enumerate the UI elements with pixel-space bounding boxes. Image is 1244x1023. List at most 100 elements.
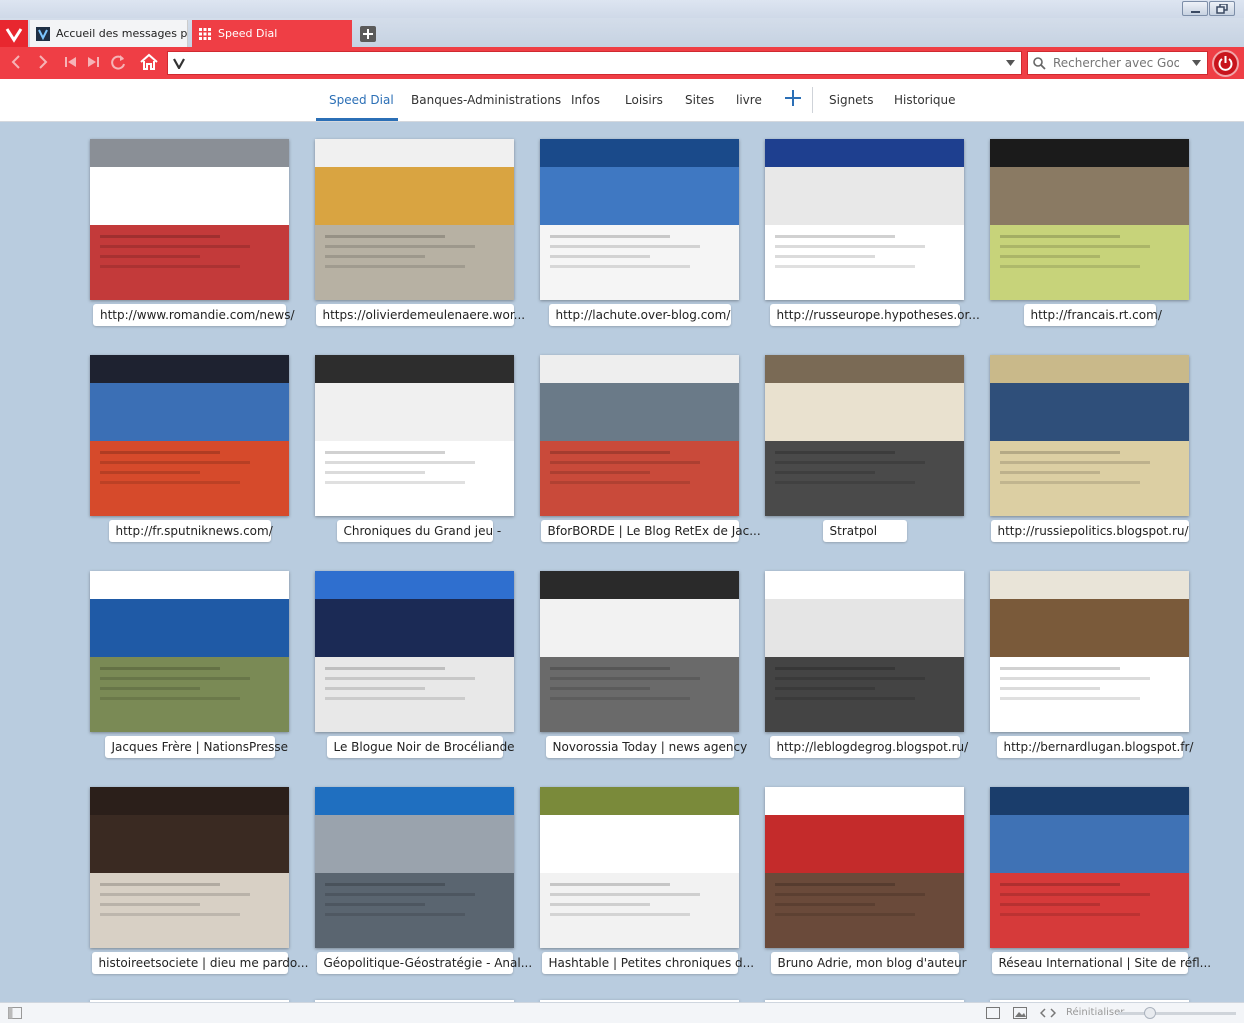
thumbnail-text-line bbox=[100, 265, 240, 268]
home-icon[interactable] bbox=[139, 52, 159, 72]
speed-dial-thumbnail[interactable] bbox=[315, 787, 514, 948]
speed-dial-label[interactable]: Géopolitique-Géostratégie - Anal... bbox=[316, 952, 532, 974]
speed-dial-label[interactable]: https://olivierdemeulenaere.wor... bbox=[315, 304, 525, 326]
search-engine-icon[interactable] bbox=[1032, 56, 1046, 70]
speed-dial-label[interactable]: Jacques Frère | NationsPresse bbox=[104, 736, 288, 758]
power-button[interactable] bbox=[1212, 50, 1239, 77]
back-icon[interactable] bbox=[8, 54, 24, 70]
search-field[interactable] bbox=[1027, 51, 1208, 75]
speed-dial-thumbnail[interactable] bbox=[90, 355, 289, 516]
plus-icon bbox=[363, 29, 373, 39]
thumbnail-text-line bbox=[1000, 235, 1120, 238]
thumbnail-text-line bbox=[775, 883, 895, 886]
add-group-icon[interactable] bbox=[783, 88, 803, 108]
tab-sites[interactable]: Sites bbox=[685, 93, 714, 107]
tab-loisirs[interactable]: Loisirs bbox=[625, 93, 663, 107]
chevron-down-icon[interactable] bbox=[1006, 60, 1015, 66]
minimize-button[interactable] bbox=[1182, 1, 1208, 16]
thumbnail-text-line bbox=[550, 235, 670, 238]
thumbnail-banner bbox=[315, 599, 514, 657]
thumbnail-header bbox=[315, 139, 514, 167]
speed-dial-label[interactable]: Bruno Adrie, mon blog d'auteur bbox=[770, 952, 967, 974]
tab-speed-dial-group[interactable]: Speed Dial bbox=[329, 93, 394, 107]
panel-toggle-icon[interactable] bbox=[8, 1007, 22, 1019]
speed-dial-thumbnail[interactable] bbox=[540, 139, 739, 300]
thumbnail-header bbox=[990, 139, 1189, 167]
speed-dial-label[interactable]: Chroniques du Grand jeu - bbox=[336, 520, 501, 542]
speed-dial-label[interactable]: http://lachute.over-blog.com/ bbox=[548, 304, 731, 326]
thumbnail-header bbox=[540, 355, 739, 383]
vivaldi-menu-button[interactable] bbox=[0, 20, 28, 47]
thumbnail-banner bbox=[990, 815, 1189, 873]
vivaldi-v-icon bbox=[173, 58, 185, 69]
thumbnail-banner bbox=[990, 383, 1189, 441]
speed-dial-label[interactable]: http://francais.rt.com/ bbox=[1023, 304, 1162, 326]
speed-dial-label[interactable]: http://fr.sputniknews.com/ bbox=[108, 520, 273, 542]
thumbnail-text-line bbox=[325, 903, 425, 906]
fast-forward-icon[interactable] bbox=[86, 55, 100, 69]
zoom-reset-label[interactable]: Réinitialiser bbox=[1066, 1007, 1124, 1018]
tab-livre[interactable]: livre bbox=[736, 93, 762, 107]
tab-historique[interactable]: Historique bbox=[894, 93, 956, 107]
speed-dial-thumbnail[interactable] bbox=[765, 787, 964, 948]
thumbnail-text-line bbox=[550, 451, 670, 454]
speed-dial-label[interactable]: http://russiepolitics.blogspot.ru/ bbox=[990, 520, 1189, 542]
thumbnail-text-line bbox=[325, 667, 445, 670]
thumbnail-header bbox=[765, 571, 964, 599]
tab-signets[interactable]: Signets bbox=[829, 93, 874, 107]
speed-dial-label[interactable]: Réseau International | Site de réfl... bbox=[991, 952, 1211, 974]
speed-dial-thumbnail[interactable] bbox=[90, 571, 289, 732]
speed-dial-thumbnail[interactable] bbox=[90, 787, 289, 948]
speed-dial-thumbnail[interactable] bbox=[315, 355, 514, 516]
zoom-slider[interactable] bbox=[1118, 1012, 1236, 1015]
thumbnail-text-line bbox=[1000, 677, 1150, 680]
speed-dial-thumbnail[interactable] bbox=[315, 571, 514, 732]
rewind-icon[interactable] bbox=[64, 55, 78, 69]
speed-dial-thumbnail[interactable] bbox=[990, 355, 1189, 516]
search-input[interactable] bbox=[1051, 55, 1181, 71]
speed-dial-thumbnail[interactable] bbox=[540, 787, 739, 948]
speed-dial-label[interactable]: http://bernardlugan.blogspot.fr/ bbox=[996, 736, 1193, 758]
new-tab-button[interactable] bbox=[360, 26, 376, 42]
forward-icon[interactable] bbox=[35, 54, 51, 70]
speed-dial-label[interactable]: Le Blogue Noir de Brocéliande bbox=[326, 736, 515, 758]
code-icon[interactable] bbox=[1040, 1008, 1056, 1018]
thumbnail-header bbox=[315, 571, 514, 599]
thumbnail-text-line bbox=[325, 461, 475, 464]
thumbnail-text-line bbox=[550, 893, 700, 896]
tab-infos[interactable]: Infos bbox=[571, 93, 600, 107]
speed-dial-label[interactable]: histoireetsociete | dieu me pardo... bbox=[91, 952, 308, 974]
zoom-slider-handle[interactable] bbox=[1143, 1007, 1156, 1019]
speed-dial-thumbnail[interactable] bbox=[990, 787, 1189, 948]
thumbnail-text-line bbox=[775, 893, 925, 896]
tab-banques-administrations[interactable]: Banques-Administrations bbox=[411, 93, 561, 107]
speed-dial-label[interactable]: Stratpol bbox=[822, 520, 907, 542]
reload-icon[interactable] bbox=[109, 53, 127, 71]
thumbnail-header bbox=[765, 355, 964, 383]
restore-button[interactable] bbox=[1209, 1, 1235, 16]
speed-dial-label[interactable]: http://leblogdegrog.blogspot.ru/ bbox=[769, 736, 968, 758]
thumbnail-text-line bbox=[1000, 265, 1140, 268]
speed-dial-thumbnail[interactable] bbox=[540, 355, 739, 516]
speed-dial-thumbnail[interactable] bbox=[765, 571, 964, 732]
speed-dial-label[interactable]: Hashtable | Petites chroniques d... bbox=[541, 952, 754, 974]
speed-dial-label[interactable]: Novorossia Today | news agency bbox=[545, 736, 747, 758]
speed-dial-thumbnail[interactable] bbox=[765, 355, 964, 516]
tab-speed-dial[interactable]: Speed Dial bbox=[192, 20, 352, 47]
chevron-down-icon[interactable] bbox=[1192, 60, 1201, 66]
tab-title: Accueil des messages person bbox=[56, 27, 188, 40]
speed-dial-thumbnail[interactable] bbox=[315, 139, 514, 300]
speed-dial-label[interactable]: http://www.romandie.com/news/ bbox=[93, 304, 295, 326]
thumbnail-text-line bbox=[550, 245, 700, 248]
images-icon[interactable] bbox=[1013, 1007, 1027, 1019]
speed-dial-thumbnail[interactable] bbox=[765, 139, 964, 300]
speed-dial-thumbnail[interactable] bbox=[90, 139, 289, 300]
tab-messages[interactable]: Accueil des messages person bbox=[30, 20, 188, 47]
speed-dial-label[interactable]: BforBORDE | Le Blog RetEx de Jac... bbox=[540, 520, 761, 542]
tab-tiling-icon[interactable] bbox=[986, 1007, 1000, 1019]
speed-dial-thumbnail[interactable] bbox=[990, 139, 1189, 300]
address-field[interactable] bbox=[167, 51, 1022, 75]
speed-dial-label[interactable]: http://russeurope.hypotheses.or... bbox=[769, 304, 980, 326]
speed-dial-thumbnail[interactable] bbox=[990, 571, 1189, 732]
speed-dial-thumbnail[interactable] bbox=[540, 571, 739, 732]
